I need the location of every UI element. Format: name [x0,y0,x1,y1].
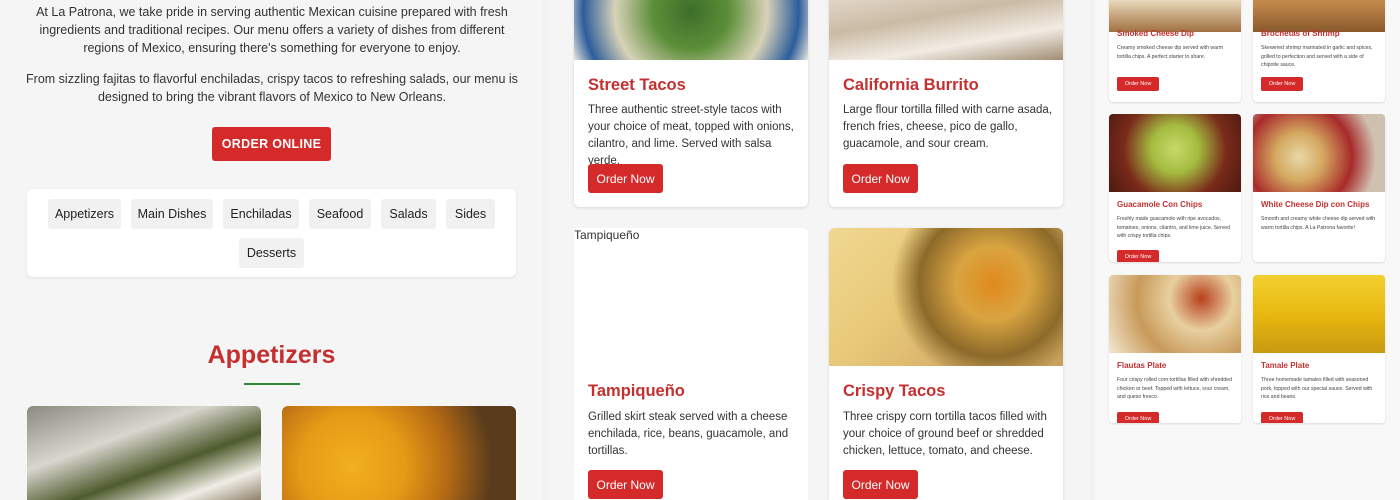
card-title: California Burrito [843,76,979,94]
dish-image [829,228,1063,366]
section-title-underline [244,383,300,385]
dish-image [1109,114,1241,192]
card-title: Street Tacos [588,76,686,94]
card-title: White Cheese Dip con Chips [1261,200,1370,209]
category-desserts[interactable]: Desserts [239,238,304,268]
dish-image [1253,275,1385,353]
order-now-button[interactable]: Order Now [843,470,918,499]
dish-image [829,0,1063,60]
dish-image [1109,0,1241,32]
intro-paragraph-1: At La Patrona, we take pride in serving … [36,5,508,55]
card-description: Smooth and creamy white cheese dip serve… [1261,216,1376,231]
card-title: Flautas Plate [1117,361,1167,370]
menu-card: Crispy Tacos Three crispy corn tortilla … [829,228,1063,500]
menu-card: Street Tacos Three authentic street-styl… [574,0,808,207]
order-online-button[interactable]: ORDER ONLINE [212,127,331,161]
card-title: Tampiqueño [588,382,685,400]
card-title: Brochetas of Shrimp [1261,29,1340,38]
dish-image [574,0,808,60]
category-enchiladas[interactable]: Enchiladas [223,199,299,229]
appetizers-grid-panel: Smoked Cheese Dip Creamy smoked cheese d… [1095,0,1400,500]
dish-image [27,406,261,500]
menu-card: White Cheese Dip con Chips Smooth and cr… [1253,114,1385,262]
order-now-button[interactable]: Order Now [588,470,663,499]
card-title: Crispy Tacos [843,382,946,400]
dish-image [1253,114,1385,192]
category-filter-bar: Appetizers Main Dishes Enchiladas Seafoo… [27,189,516,277]
dish-image [282,406,516,500]
card-description: Creamy smoked cheese dip served with war… [1117,45,1224,60]
dish-image-broken: Tampiqueño [574,228,808,366]
card-title: Smoked Cheese Dip [1117,29,1194,38]
menu-card: Tamale Plate Three homemade tamales fill… [1253,275,1385,423]
image-alt-text: Tampiqueño [574,228,640,242]
card-description: Large flour tortilla filled with carne a… [843,104,1053,150]
order-now-button[interactable]: Order Now [1117,250,1159,262]
category-seafood[interactable]: Seafood [309,199,371,229]
menu-card: Tampiqueño Tampiqueño Grilled skirt stea… [574,228,808,500]
menu-intro-panel: At La Patrona, we take pride in serving … [0,0,543,500]
order-now-button[interactable]: Order Now [1117,412,1159,423]
dish-image [1109,275,1241,353]
order-now-button[interactable]: Order Now [1261,412,1303,423]
menu-cards-panel: Street Tacos Three authentic street-styl… [548,0,1090,500]
section-title: Appetizers [207,341,336,369]
card-description: Skewered shrimp marinated in garlic and … [1261,45,1373,68]
category-salads[interactable]: Salads [381,199,436,229]
card-description: Grilled skirt steak served with a cheese… [588,411,789,457]
order-now-button[interactable]: Order Now [588,164,663,193]
category-sides[interactable]: Sides [446,199,495,229]
menu-card: Flautas Plate Four crispy rolled corn to… [1109,275,1241,423]
intro-paragraph-2: From sizzling fajitas to flavorful enchi… [26,72,518,104]
card-description: Three homemade tamales filled with seaso… [1261,377,1373,400]
dish-image [1253,0,1385,32]
card-title: Tamale Plate [1261,361,1310,370]
card-description: Four crispy rolled corn tortillas filled… [1117,377,1233,400]
order-now-button[interactable]: Order Now [843,164,918,193]
card-description: Three crispy corn tortilla tacos filled … [843,411,1047,457]
menu-card: Guacamole Con Chips Freshly made guacamo… [1109,114,1241,262]
card-description: Three authentic street-style tacos with … [588,104,794,167]
category-appetizers[interactable]: Appetizers [48,199,121,229]
menu-card: Smoked Cheese Dip Creamy smoked cheese d… [1109,0,1241,102]
order-now-button[interactable]: Order Now [1261,77,1303,91]
menu-card: Brochetas of Shrimp Skewered shrimp mari… [1253,0,1385,102]
menu-card: California Burrito Large flour tortilla … [829,0,1063,207]
card-title: Guacamole Con Chips [1117,200,1203,209]
card-description: Freshly made guacamole with ripe avocado… [1117,216,1231,239]
order-now-button[interactable]: Order Now [1117,77,1159,91]
category-main-dishes[interactable]: Main Dishes [131,199,213,229]
